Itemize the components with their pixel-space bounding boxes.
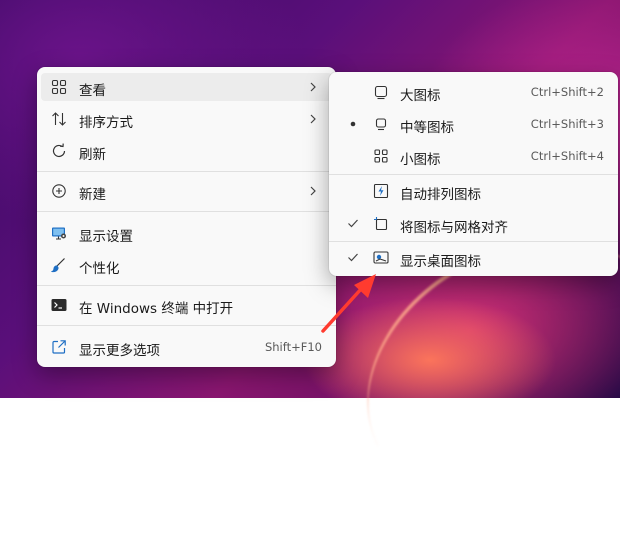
menu-item-sort-by[interactable]: 排序方式 <box>41 105 332 133</box>
submenu-separator <box>329 174 618 175</box>
submenu-item-label: 显示桌面图标 <box>400 254 481 270</box>
submenu-item-small-icons[interactable]: 小图标 Ctrl+Shift+4 <box>333 142 614 170</box>
menu-item-label: 排序方式 <box>79 115 133 131</box>
terminal-icon <box>51 297 67 313</box>
menu-item-open-in-terminal[interactable]: 在 Windows 终端 中打开 <box>41 291 332 319</box>
menu-item-label: 查看 <box>79 83 106 99</box>
auto-arrange-icon <box>373 183 389 199</box>
menu-item-refresh[interactable]: 刷新 <box>41 137 332 165</box>
submenu-item-label: 大图标 <box>400 88 441 104</box>
menu-item-view[interactable]: 查看 <box>41 73 332 101</box>
menu-item-display-settings[interactable]: 显示设置 <box>41 219 332 247</box>
large-icon-icon <box>373 84 389 100</box>
menu-separator <box>37 171 336 172</box>
submenu-item-align-to-grid[interactable]: 将图标与网格对齐 <box>333 210 614 238</box>
menu-item-label: 显示设置 <box>79 229 133 245</box>
menu-item-label: 显示更多选项 <box>79 343 160 359</box>
align-grid-icon <box>373 216 389 232</box>
menu-item-label: 在 Windows 终端 中打开 <box>79 301 234 317</box>
submenu-item-large-icons[interactable]: 大图标 Ctrl+Shift+2 <box>333 78 614 106</box>
show-desktop-icons-icon <box>373 250 389 266</box>
shortcut-text: Ctrl+Shift+4 <box>530 149 604 163</box>
desktop-context-menu: 查看 排序方式 刷新 新建 显示设置 个性化 在 Windows 终端 中打开 … <box>37 67 336 367</box>
checkmark-icon <box>347 215 359 231</box>
submenu-item-medium-icons[interactable]: 中等图标 Ctrl+Shift+3 <box>333 110 614 138</box>
refresh-icon <box>51 143 67 159</box>
display-settings-icon <box>51 225 67 241</box>
grid-icon <box>51 79 67 95</box>
chevron-right-icon <box>308 183 318 199</box>
menu-separator <box>37 325 336 326</box>
share-icon <box>51 339 67 355</box>
submenu-item-label: 将图标与网格对齐 <box>400 220 508 236</box>
chevron-right-icon <box>308 111 318 127</box>
checkmark-icon <box>347 249 359 265</box>
view-submenu: 大图标 Ctrl+Shift+2 中等图标 Ctrl+Shift+3 小图标 C… <box>329 72 618 276</box>
menu-item-label: 刷新 <box>79 147 106 163</box>
sort-icon <box>51 111 67 127</box>
chevron-right-icon <box>308 79 318 95</box>
shortcut-text: Ctrl+Shift+2 <box>530 85 604 99</box>
selected-bullet-icon <box>347 115 359 131</box>
plus-circle-icon <box>51 183 67 199</box>
menu-item-show-more-options[interactable]: 显示更多选项 Shift+F10 <box>41 333 332 361</box>
menu-separator <box>37 211 336 212</box>
submenu-item-label: 小图标 <box>400 152 441 168</box>
submenu-item-label: 自动排列图标 <box>400 187 481 203</box>
shortcut-text: Ctrl+Shift+3 <box>530 117 604 131</box>
brush-icon <box>51 257 67 273</box>
menu-item-label: 新建 <box>79 187 106 203</box>
submenu-item-auto-arrange[interactable]: 自动排列图标 <box>333 177 614 205</box>
small-icons-icon <box>373 148 389 164</box>
menu-separator <box>37 285 336 286</box>
submenu-item-label: 中等图标 <box>400 120 454 136</box>
submenu-separator <box>329 241 618 242</box>
menu-item-new[interactable]: 新建 <box>41 177 332 205</box>
medium-icon-icon <box>373 116 389 132</box>
menu-item-label: 个性化 <box>79 261 120 277</box>
annotation-arrow-icon <box>321 274 376 333</box>
shortcut-text: Shift+F10 <box>264 340 322 354</box>
menu-item-personalize[interactable]: 个性化 <box>41 251 332 279</box>
